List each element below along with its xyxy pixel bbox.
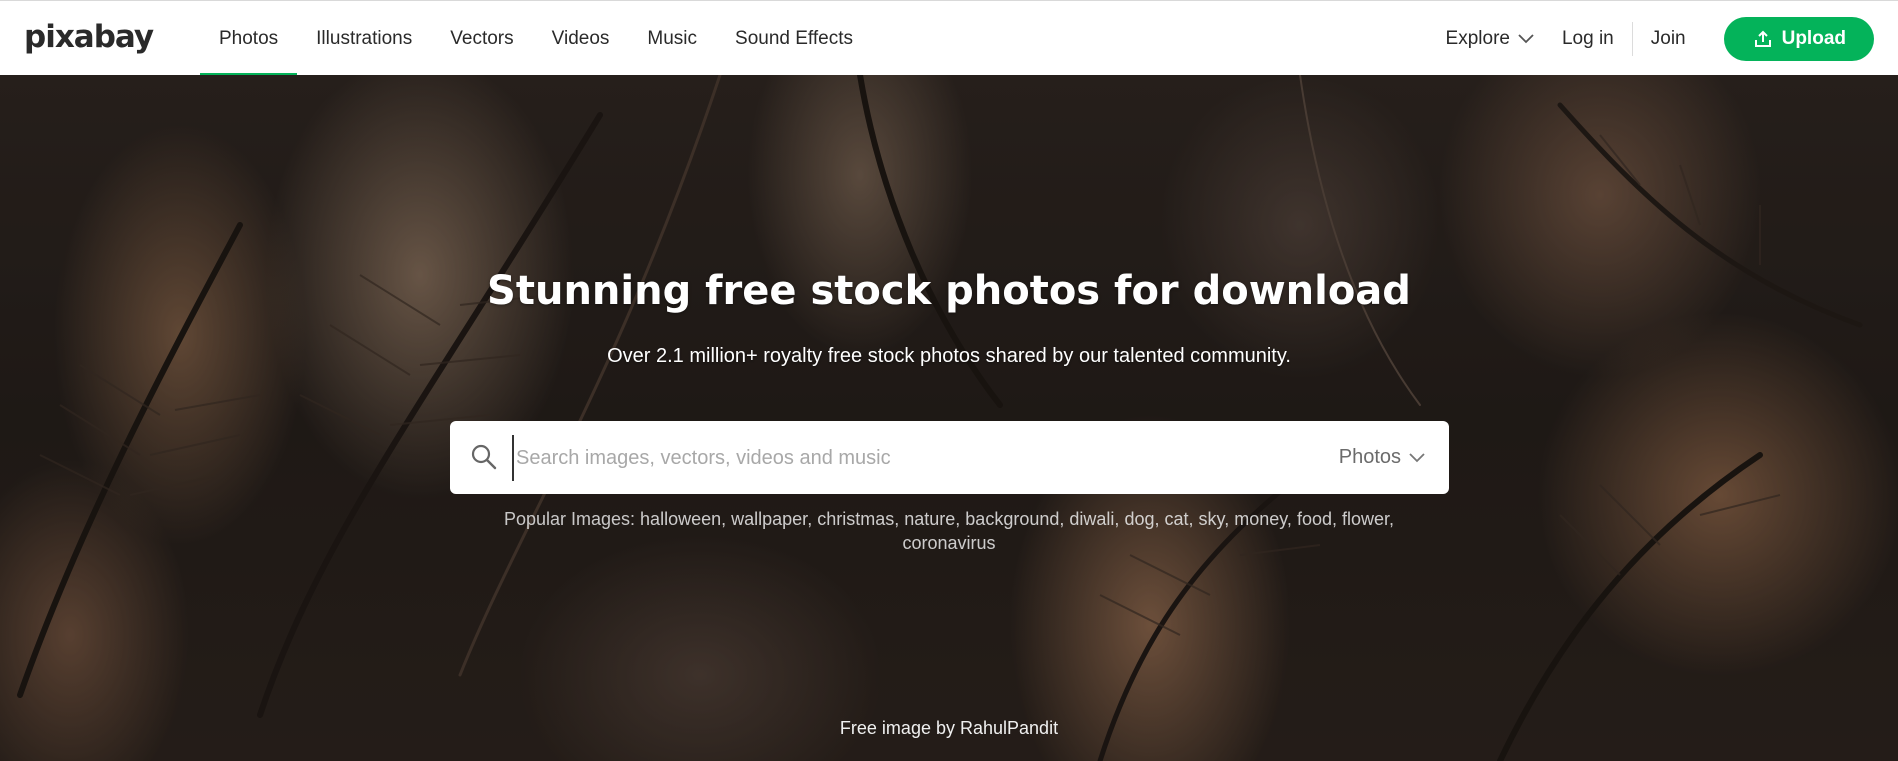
- popular-tag[interactable]: sky: [1199, 509, 1225, 529]
- search-type-dropdown[interactable]: Photos: [1339, 421, 1425, 494]
- popular-images: Popular Images: halloween, wallpaper, ch…: [503, 509, 1395, 553]
- popular-tag[interactable]: halloween: [640, 509, 721, 529]
- nav-item-videos[interactable]: Videos: [533, 1, 629, 76]
- media-type-nav: Photos Illustrations Vectors Videos Musi…: [200, 1, 872, 76]
- upload-button[interactable]: Upload: [1723, 16, 1874, 61]
- nav-item-music[interactable]: Music: [628, 1, 716, 76]
- popular-tag[interactable]: money: [1234, 509, 1287, 529]
- popular-tag[interactable]: diwali: [1069, 509, 1114, 529]
- pixabay-logo[interactable]: pixabay: [24, 19, 154, 55]
- image-credit: Free image by RahulPandit: [0, 718, 1898, 739]
- credit-prefix: Free image by: [839, 718, 955, 738]
- nav-item-illustrations[interactable]: Illustrations: [297, 1, 431, 76]
- popular-tag[interactable]: cat: [1165, 509, 1189, 529]
- upload-label: Upload: [1781, 27, 1846, 49]
- login-link[interactable]: Log in: [1562, 21, 1633, 56]
- search-bar: Photos: [450, 421, 1449, 494]
- hero-subtitle: Over 2.1 million+ royalty free stock pho…: [607, 345, 1291, 367]
- popular-tag[interactable]: flower: [1342, 509, 1389, 529]
- search-icon[interactable]: [470, 443, 498, 471]
- search-type-label: Photos: [1338, 446, 1401, 468]
- credit-author-link[interactable]: RahulPandit: [960, 718, 1058, 738]
- search-input[interactable]: [512, 435, 1278, 481]
- explore-label: Explore: [1445, 27, 1510, 49]
- popular-tag[interactable]: wallpaper: [731, 509, 807, 529]
- top-navigation-bar: pixabay Photos Illustrations Vectors Vid…: [0, 0, 1898, 76]
- upload-icon: [1754, 30, 1771, 47]
- popular-tag[interactable]: christmas: [817, 509, 894, 529]
- popular-tag[interactable]: food: [1297, 509, 1332, 529]
- popular-tag[interactable]: background: [965, 509, 1059, 529]
- hero-title: Stunning free stock photos for download: [487, 268, 1411, 314]
- header-actions: Explore Log in Join Upload: [1446, 1, 1874, 76]
- nav-item-photos[interactable]: Photos: [200, 1, 298, 76]
- popular-images-label: Popular Images:: [503, 509, 636, 529]
- chevron-down-icon: [1409, 452, 1425, 462]
- chevron-down-icon: [1518, 33, 1534, 43]
- join-link[interactable]: Join: [1651, 28, 1686, 50]
- popular-tag[interactable]: nature: [904, 509, 955, 529]
- nav-item-vectors[interactable]: Vectors: [431, 1, 532, 76]
- popular-tag[interactable]: coronavirus: [902, 533, 995, 553]
- nav-item-sound-effects[interactable]: Sound Effects: [716, 1, 872, 76]
- hero-banner: Stunning free stock photos for download …: [0, 75, 1898, 761]
- explore-menu-button[interactable]: Explore: [1446, 28, 1534, 50]
- popular-tag[interactable]: dog: [1124, 509, 1154, 529]
- hero-shade-overlay: [0, 75, 1898, 761]
